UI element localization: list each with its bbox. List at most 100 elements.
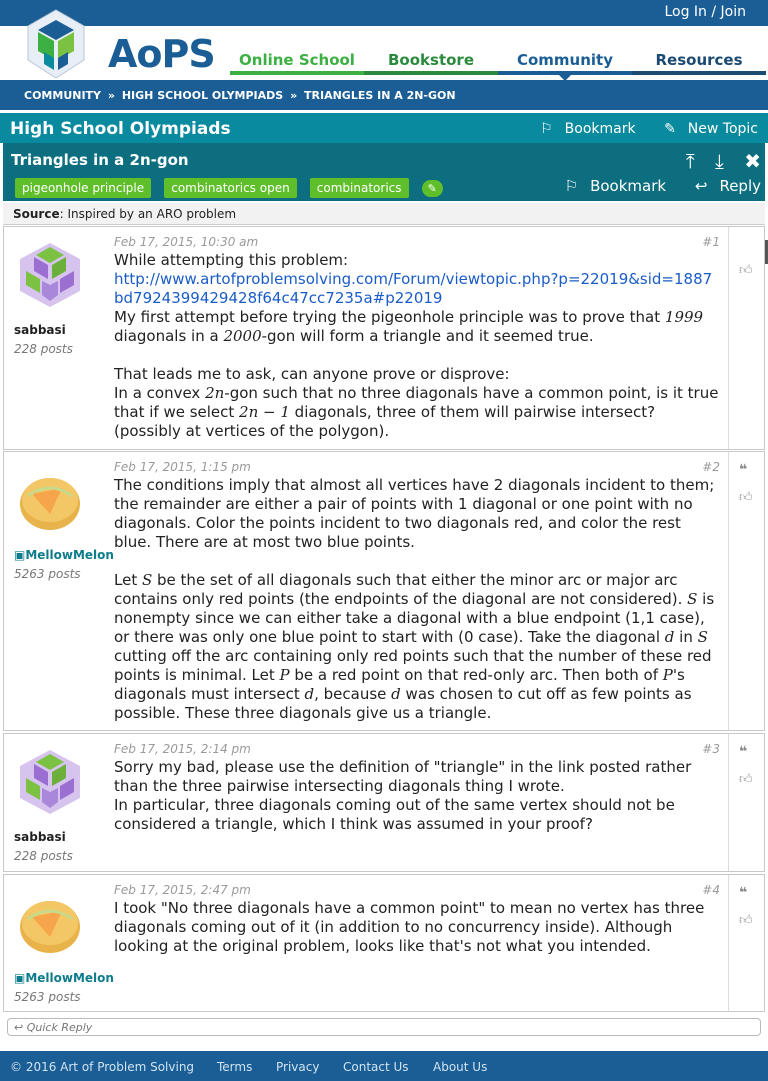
post-author-panel: sabbasi 228 posts <box>4 734 108 871</box>
forum-title[interactable]: High School Olympiads <box>10 119 231 139</box>
quick-reply-box[interactable]: ↩ Quick Reply <box>7 1018 761 1036</box>
bookmark-icon: ⚐ <box>540 121 553 137</box>
tag-pigeonhole[interactable]: pigeonhole principle <box>15 178 152 198</box>
footer: © 2016 Art of Problem Solving Terms Priv… <box>0 1051 768 1081</box>
aops-logo[interactable]: AoPS <box>24 8 216 82</box>
post-author[interactable]: sabbasi <box>14 323 66 337</box>
quick-reply-label: Quick Reply <box>26 1021 93 1034</box>
nav-online-school[interactable]: Online School <box>230 48 364 75</box>
reply-icon: ↩ <box>14 1021 24 1034</box>
quote-icon[interactable]: ❝ <box>739 885 747 901</box>
problem-link[interactable]: http://www.artofproblemsolving.com/Forum… <box>114 270 712 307</box>
post-number[interactable]: #4 <box>702 883 720 897</box>
post-action-rail: 👍︎ <box>728 227 764 449</box>
edit-tags-icon[interactable]: ✎ <box>421 180 443 197</box>
post-number[interactable]: #2 <box>702 460 720 474</box>
copyright: © 2016 Art of Problem Solving <box>10 1060 195 1074</box>
tag-list: pigeonhole principle combinatorics open … <box>15 177 443 198</box>
post-text: In a convex 2n-gon such that no three di… <box>114 384 719 440</box>
post-author[interactable]: ▣MellowMelon <box>14 548 114 562</box>
post-date: Feb 17, 2015, 2:47 pm <box>114 883 251 897</box>
topic-title: Triangles in a 2n-gon <box>11 151 189 169</box>
post-date: Feb 17, 2015, 1:15 pm <box>114 460 251 474</box>
breadcrumb-hs-olympiads[interactable]: HIGH SCHOOL OLYMPIADS <box>122 89 283 102</box>
thumbs-up-icon[interactable]: 👍︎ <box>739 772 753 787</box>
post-number[interactable]: #1 <box>702 235 720 249</box>
scroll-bottom-icon[interactable]: ⤓ <box>715 149 724 173</box>
post-date: Feb 17, 2015, 2:14 pm <box>114 742 251 756</box>
reply-icon: ↩ <box>694 177 708 195</box>
post-text: While attempting this problem: <box>114 251 349 269</box>
breadcrumb-separator: » <box>107 89 115 102</box>
post-action-rail: ❝ 👍︎ <box>728 734 764 871</box>
reply-label: Reply <box>719 177 761 195</box>
breadcrumb-community[interactable]: COMMUNITY <box>24 89 101 102</box>
bookmark-icon: ⚐ <box>564 177 579 195</box>
breadcrumb-bar: COMMUNITY » HIGH SCHOOL OLYMPIADS » TRIA… <box>0 80 768 110</box>
nav-resources[interactable]: Resources <box>632 48 766 75</box>
avatar[interactable] <box>18 748 82 816</box>
post-meta: Feb 17, 2015, 2:47 pm #4 <box>114 883 720 897</box>
avatar[interactable] <box>18 889 82 957</box>
quote-icon[interactable]: ❝ <box>739 462 747 478</box>
tag-combinatorics[interactable]: combinatorics <box>309 178 409 198</box>
post-count: 228 posts <box>14 849 73 863</box>
post-body: Sorry my bad, please use the definition … <box>114 758 720 834</box>
thumbs-up-icon[interactable]: 👍︎ <box>739 913 753 928</box>
post-4: ▣MellowMelon 5263 posts Feb 17, 2015, 2:… <box>3 874 765 1012</box>
post-action-rail: ❝ 👍︎ <box>728 875 764 1011</box>
post-author[interactable]: ▣MellowMelon <box>14 971 114 985</box>
post-text: My first attempt before trying the pigeo… <box>114 308 704 345</box>
topic-controls: ⤒ ⤓ ✖ <box>672 149 761 173</box>
tag-combinatorics-open[interactable]: combinatorics open <box>164 178 297 198</box>
forum-bookmark-label: Bookmark <box>564 121 636 137</box>
breadcrumb-separator: » <box>290 89 298 102</box>
scroll-top-icon[interactable]: ⤒ <box>686 149 695 173</box>
forum-actions: ⚐ Bookmark ✎ New Topic <box>516 121 758 137</box>
post-count: 228 posts <box>14 342 73 356</box>
post-count: 5263 posts <box>14 567 81 581</box>
post-meta: Feb 17, 2015, 10:30 am #1 <box>114 235 720 249</box>
moderator-badge-icon: ▣ <box>14 971 26 985</box>
avatar[interactable] <box>18 466 82 534</box>
avatar[interactable] <box>18 241 82 309</box>
post-text: That leads me to ask, can anyone prove o… <box>114 365 510 383</box>
forum-bookmark-button[interactable]: ⚐ Bookmark <box>528 121 636 137</box>
thumbs-up-icon[interactable]: 👍︎ <box>739 490 753 505</box>
topic-bookmark-button[interactable]: ⚐ Bookmark <box>553 177 666 195</box>
footer-terms-link[interactable]: Terms <box>217 1060 252 1074</box>
post-text: The conditions imply that almost all ver… <box>114 476 715 551</box>
post-number[interactable]: #3 <box>702 742 720 756</box>
login-join-link[interactable]: Log In / Join <box>664 4 746 20</box>
reply-button[interactable]: ↩ Reply <box>683 177 761 195</box>
quote-icon[interactable]: ❝ <box>739 744 747 760</box>
moderator-badge-icon: ▣ <box>14 548 26 562</box>
breadcrumb: COMMUNITY » HIGH SCHOOL OLYMPIADS » TRIA… <box>24 89 456 102</box>
footer-privacy-link[interactable]: Privacy <box>276 1060 319 1074</box>
post-date: Feb 17, 2015, 10:30 am <box>114 235 259 249</box>
footer-contact-link[interactable]: Contact Us <box>343 1060 409 1074</box>
post-text: I took "No three diagonals have a common… <box>114 899 705 955</box>
post-body: I took "No three diagonals have a common… <box>114 899 720 956</box>
new-topic-button[interactable]: ✎ New Topic <box>652 121 758 137</box>
post-author-panel: ▣MellowMelon 5263 posts <box>4 875 114 1011</box>
new-topic-label: New Topic <box>687 121 758 137</box>
post-1: sabbasi 228 posts Feb 17, 2015, 10:30 am… <box>3 226 765 450</box>
nav-community[interactable]: Community <box>498 48 632 75</box>
post-meta: Feb 17, 2015, 2:14 pm #3 <box>114 742 720 756</box>
post-author[interactable]: sabbasi <box>14 830 66 844</box>
close-topic-icon[interactable]: ✖ <box>744 149 761 173</box>
footer-about-link[interactable]: About Us <box>433 1060 487 1074</box>
logo-text: AoPS <box>108 32 216 76</box>
logo-cube-icon <box>27 9 85 79</box>
post-meta: Feb 17, 2015, 1:15 pm #2 <box>114 460 720 474</box>
thumbs-up-icon[interactable]: 👍︎ <box>739 263 753 278</box>
topic-bar: Triangles in a 2n-gon ⤒ ⤓ ✖ pigeonhole p… <box>3 143 765 201</box>
post-3: sabbasi 228 posts Feb 17, 2015, 2:14 pm … <box>3 733 765 872</box>
post-action-rail: ❝ 👍︎ <box>728 452 764 730</box>
edit-icon: ✎ <box>664 121 676 137</box>
post-count: 5263 posts <box>14 990 81 1004</box>
breadcrumb-topic[interactable]: TRIANGLES IN A 2N-GON <box>304 89 456 102</box>
source-bar: Source: Inspired by an ARO problem <box>3 203 765 225</box>
nav-bookstore[interactable]: Bookstore <box>364 48 498 75</box>
